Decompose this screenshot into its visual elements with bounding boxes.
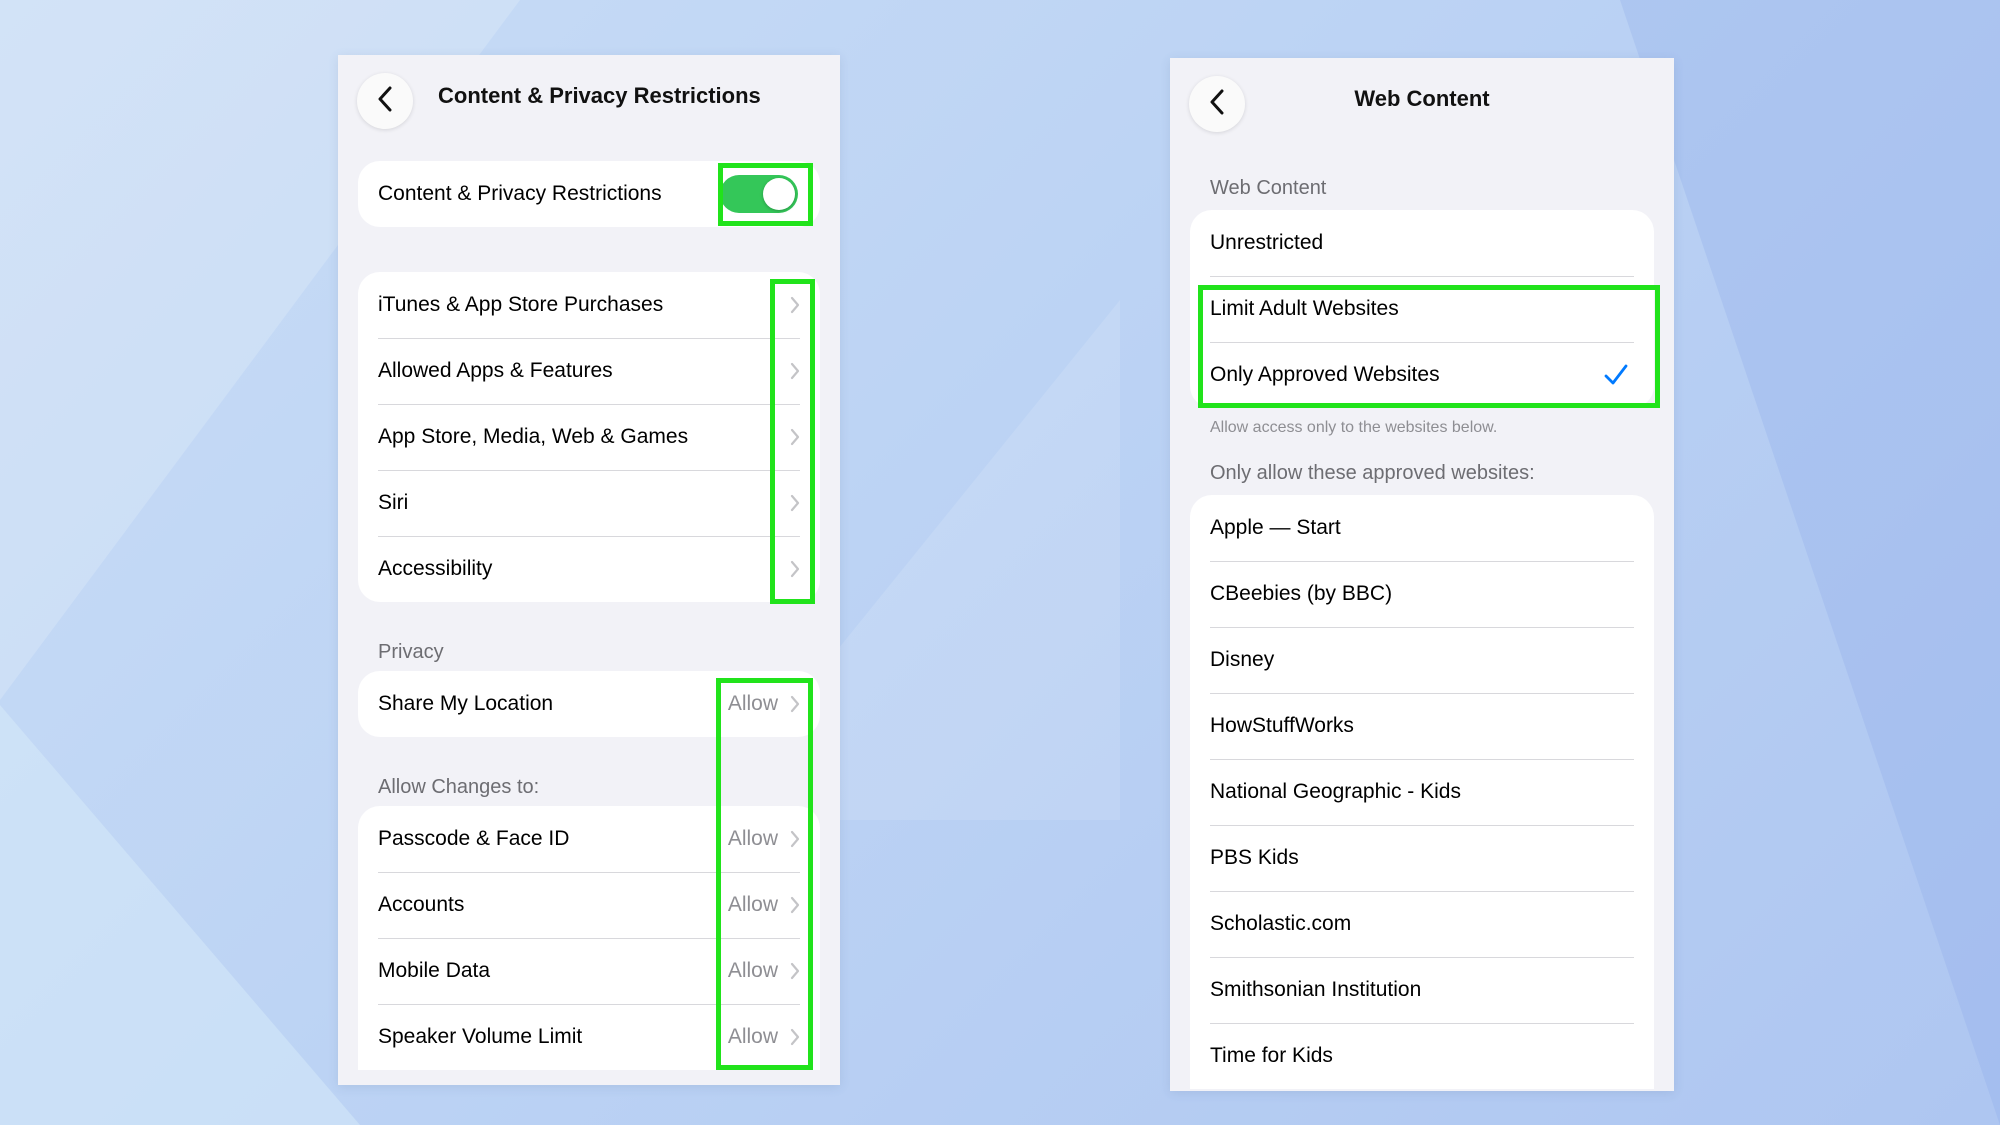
approved-site-item[interactable]: PBS Kids — [1190, 825, 1654, 891]
web-content-header: Web Content — [1210, 177, 1327, 199]
allow-change-item[interactable]: Accounts Allow — [358, 872, 820, 938]
row-label: HowStuffWorks — [1210, 714, 1354, 737]
chevron-right-icon — [790, 895, 802, 915]
row-value: Allow — [727, 959, 778, 982]
web-content-options: Unrestricted Limit Adult Websites Only App… — [1190, 210, 1654, 408]
nav-bar: Web Content — [1170, 58, 1674, 148]
row-label: Siri — [378, 491, 409, 514]
allow-changes-group: Passcode & Face ID Allow Accounts Allow Mobi… — [358, 806, 820, 1070]
row-label: Accessibility — [378, 557, 493, 580]
privacy-item[interactable]: Share My Location Allow — [358, 671, 820, 737]
allow-changes-header: Allow Changes to: — [378, 776, 540, 798]
row-label: Time for Kids — [1210, 1044, 1333, 1067]
content-privacy-toggle-row: Content & Privacy Restrictions — [358, 161, 820, 227]
menu-item[interactable]: Accessibility — [358, 536, 820, 602]
row-label: Passcode & Face ID — [378, 827, 570, 850]
approved-site-item[interactable]: Smithsonian Institution — [1190, 957, 1654, 1023]
chevron-right-icon — [790, 295, 802, 315]
checkmark-icon — [1604, 364, 1628, 386]
web-content-option[interactable]: Only Approved Websites — [1190, 342, 1654, 408]
chevron-right-icon — [790, 961, 802, 981]
chevron-right-icon — [790, 1027, 802, 1047]
restrictions-menu: iTunes & App Store Purchases Allowed Apps… — [358, 272, 820, 602]
row-label: Accounts — [378, 893, 465, 916]
menu-item[interactable]: Allowed Apps & Features — [358, 338, 820, 404]
row-label: Scholastic.com — [1210, 912, 1352, 935]
row-label: iTunes & App Store Purchases — [378, 293, 664, 316]
chevron-right-icon — [790, 493, 802, 513]
chevron-right-icon — [790, 694, 802, 714]
allow-change-item[interactable]: Speaker Volume Limit Allow — [358, 1004, 820, 1070]
row-label: Content & Privacy Restrictions — [378, 182, 662, 205]
approved-site-item[interactable]: Disney — [1190, 627, 1654, 693]
chevron-right-icon — [790, 361, 802, 381]
approved-site-item[interactable]: National Geographic - Kids — [1190, 759, 1654, 825]
row-value: Allow — [727, 893, 778, 916]
menu-item[interactable]: App Store, Media, Web & Games — [358, 404, 820, 470]
toggle-knob — [763, 178, 795, 210]
row-value: Allow — [727, 827, 778, 850]
content-privacy-toggle[interactable] — [720, 175, 798, 213]
menu-item[interactable]: iTunes & App Store Purchases — [358, 272, 820, 338]
page-title: Web Content — [1354, 86, 1490, 111]
privacy-group: Share My Location Allow — [358, 671, 820, 737]
privacy-header: Privacy — [378, 641, 444, 663]
allow-change-item[interactable]: Passcode & Face ID Allow — [358, 806, 820, 872]
chevron-right-icon — [790, 427, 802, 447]
web-content-screen: Web Content Web Content Unrestricted Limi… — [1170, 58, 1674, 1091]
approved-site-item[interactable]: Time for Kids — [1190, 1023, 1654, 1089]
nav-bar: Content & Privacy Restrictions — [338, 55, 840, 145]
approved-site-item[interactable]: Scholastic.com — [1190, 891, 1654, 957]
row-label: Mobile Data — [378, 959, 491, 982]
page-title: Content & Privacy Restrictions — [438, 83, 761, 108]
approved-site-item[interactable]: HowStuffWorks — [1190, 693, 1654, 759]
row-label: Unrestricted — [1210, 231, 1324, 254]
row-label: Allowed Apps & Features — [378, 359, 613, 382]
approved-site-item[interactable]: Apple — Start — [1190, 495, 1654, 561]
back-button[interactable] — [357, 73, 413, 129]
row-label: National Geographic - Kids — [1210, 780, 1461, 803]
chevron-right-icon — [790, 559, 802, 579]
row-label: Smithsonian Institution — [1210, 978, 1422, 1001]
row-label: Disney — [1210, 648, 1275, 671]
web-content-option[interactable]: Unrestricted — [1190, 210, 1654, 276]
chevron-right-icon — [790, 829, 802, 849]
content-privacy-screen: Content & Privacy Restrictions Content &… — [338, 55, 840, 1085]
row-label: Only Approved Websites — [1210, 363, 1440, 386]
approved-site-item[interactable]: CBeebies (by BBC) — [1190, 561, 1654, 627]
allow-change-item[interactable]: Mobile Data Allow — [358, 938, 820, 1004]
chevron-left-icon — [377, 86, 393, 117]
toggle-group: Content & Privacy Restrictions — [358, 161, 820, 227]
row-label: PBS Kids — [1210, 846, 1299, 869]
approved-sites-header: Only allow these approved websites: — [1210, 462, 1535, 484]
row-label: App Store, Media, Web & Games — [378, 425, 689, 448]
row-label: CBeebies (by BBC) — [1210, 582, 1393, 605]
row-value: Allow — [727, 1025, 778, 1048]
approved-sites-list: Apple — Start CBeebies (by BBC) Disney HowS… — [1190, 495, 1654, 1089]
menu-item[interactable]: Siri — [358, 470, 820, 536]
row-label: Speaker Volume Limit — [378, 1025, 583, 1048]
row-label: Apple — Start — [1210, 516, 1341, 539]
row-value: Allow — [727, 692, 778, 715]
options-footer: Allow access only to the websites below. — [1210, 419, 1498, 436]
row-label: Share My Location — [378, 692, 554, 715]
web-content-option[interactable]: Limit Adult Websites — [1190, 276, 1654, 342]
row-label: Limit Adult Websites — [1210, 297, 1399, 320]
